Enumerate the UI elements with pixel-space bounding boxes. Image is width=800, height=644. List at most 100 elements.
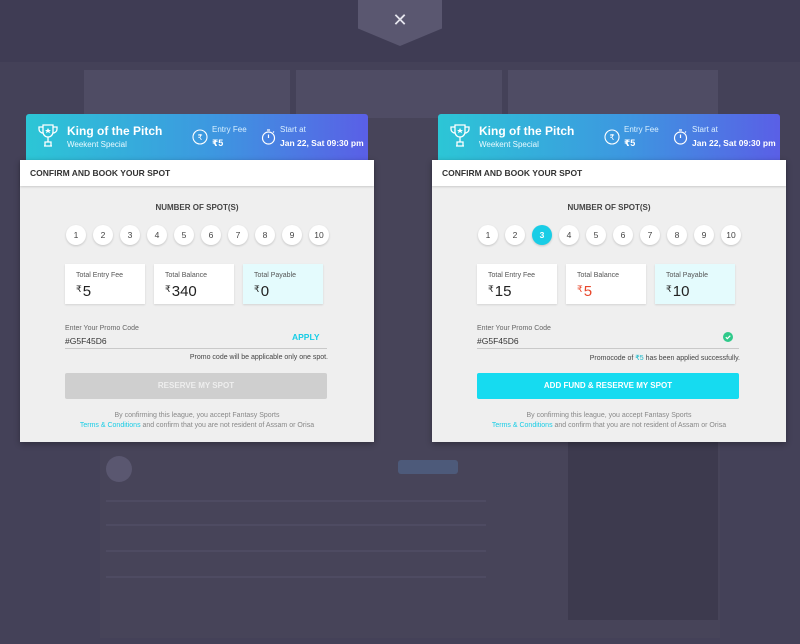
spot-option[interactable]: 8 (255, 225, 275, 245)
spot-selector: 1 2 3 4 5 6 7 8 9 10 (66, 225, 329, 245)
spot-option[interactable]: 3 (120, 225, 140, 245)
stat-value: ₹5 (577, 283, 592, 300)
section-title: CONFIRM AND BOOK YOUR SPOT (20, 160, 374, 186)
stat-label: Total Balance (577, 272, 620, 279)
spot-option-selected[interactable]: 3 (532, 225, 552, 245)
rupee-symbol: ₹ (165, 284, 171, 294)
stat-label: Total Entry Fee (76, 272, 124, 279)
spot-option[interactable]: 8 (667, 225, 687, 245)
svg-text:₹: ₹ (609, 133, 614, 142)
total-balance-box: Total Balance ₹340 (154, 264, 234, 304)
spots-label: NUMBER OF SPOT(S) (567, 203, 651, 212)
promo-code-input[interactable]: #G5F45D6 (477, 335, 739, 349)
spot-option[interactable]: 5 (586, 225, 606, 245)
spot-option[interactable]: 4 (559, 225, 579, 245)
spot-option[interactable]: 7 (228, 225, 248, 245)
contest-subtitle: Weekent Special (67, 140, 127, 149)
spot-option[interactable]: 2 (93, 225, 113, 245)
terms-footer: By confirming this league, you accept Fa… (20, 411, 374, 431)
footer-line: Terms & Conditions and confirm that you … (20, 421, 374, 431)
contest-title: King of the Pitch (67, 124, 163, 138)
footer-line: By confirming this league, you accept Fa… (114, 412, 280, 419)
start-label: Start at (692, 125, 718, 134)
spot-option[interactable]: 7 (640, 225, 660, 245)
promo-label: Enter Your Promo Code (477, 325, 551, 332)
total-balance-box: Total Balance ₹5 (566, 264, 646, 304)
spot-option[interactable]: 10 (721, 225, 741, 245)
rupee-coin-icon: ₹ (604, 129, 620, 145)
spot-option[interactable]: 5 (174, 225, 194, 245)
background-row (106, 500, 486, 502)
contest-title: King of the Pitch (479, 124, 575, 138)
terms-link[interactable]: Terms & Conditions (492, 422, 553, 429)
stat-label: Total Entry Fee (488, 272, 536, 279)
promo-label: Enter Your Promo Code (65, 325, 139, 332)
spot-option[interactable]: 1 (478, 225, 498, 245)
rupee-symbol: ₹ (488, 284, 494, 294)
svg-text:₹: ₹ (197, 133, 202, 142)
terms-footer: By confirming this league, you accept Fa… (432, 411, 786, 431)
footer-line-rest: and confirm that you are not resident of… (552, 422, 727, 429)
stopwatch-icon (261, 129, 276, 145)
close-icon[interactable]: ✕ (390, 10, 410, 30)
total-payable-box: Total Payable ₹0 (243, 264, 323, 304)
stat-value: ₹10 (666, 283, 689, 300)
start-label: Start at (280, 125, 306, 134)
reserve-spot-button[interactable]: RESERVE MY SPOT (65, 373, 327, 399)
rupee-symbol: ₹ (254, 284, 260, 294)
spot-option[interactable]: 4 (147, 225, 167, 245)
contest-subtitle: Weekent Special (479, 140, 539, 149)
spots-label: NUMBER OF SPOT(S) (155, 203, 239, 212)
trophy-icon (38, 124, 58, 147)
contest-header: King of the Pitch Weekent Special ₹ Entr… (26, 114, 368, 160)
section-title: CONFIRM AND BOOK YOUR SPOT (432, 160, 786, 186)
background-banner (508, 70, 718, 118)
rupee-symbol: ₹ (577, 284, 583, 294)
background-row (106, 576, 486, 578)
stat-label: Total Payable (666, 272, 709, 279)
promo-note: Promo code will be applicable only one s… (189, 354, 328, 361)
stat-label: Total Payable (254, 272, 297, 279)
stopwatch-icon (673, 129, 688, 145)
check-circle-icon (723, 332, 733, 342)
spot-option[interactable]: 9 (282, 225, 302, 245)
stat-value: ₹340 (165, 283, 197, 300)
background-photo (568, 440, 718, 620)
contest-header: King of the Pitch Weekent Special ₹ Entr… (438, 114, 780, 160)
entry-fee-label: Entry Fee (624, 125, 659, 134)
footer-line-rest: and confirm that you are not resident of… (140, 422, 315, 429)
spot-option[interactable]: 10 (309, 225, 329, 245)
background-banner (296, 70, 502, 118)
trophy-icon (450, 124, 470, 147)
spot-option[interactable]: 9 (694, 225, 714, 245)
add-fund-reserve-button[interactable]: ADD FUND & RESERVE MY SPOT (477, 373, 739, 399)
total-entry-fee-value: 5 (82, 283, 92, 300)
modal-body: CONFIRM AND BOOK YOUR SPOT NUMBER OF SPO… (432, 160, 786, 442)
total-balance-value: 340 (171, 283, 197, 300)
footer-line: By confirming this league, you accept Fa… (526, 412, 692, 419)
stat-label: Total Balance (165, 272, 208, 279)
start-value: Jan 22, Sat 09:30 pm (280, 138, 364, 148)
total-balance-value: 5 (583, 283, 593, 300)
footer-line: Terms & Conditions and confirm that you … (432, 421, 786, 431)
rupee-symbol: ₹ (76, 284, 82, 294)
promo-code-input[interactable]: #G5F45D6 (65, 335, 327, 349)
entry-fee-value: ₹5 (212, 138, 224, 148)
spot-selector: 1 2 3 4 5 6 7 8 9 10 (478, 225, 741, 245)
spot-option[interactable]: 6 (201, 225, 221, 245)
spot-option[interactable]: 6 (613, 225, 633, 245)
stat-boxes: Total Entry Fee ₹15 Total Balance ₹5 Tot… (477, 264, 735, 304)
total-payable-value: 10 (672, 283, 690, 300)
terms-link[interactable]: Terms & Conditions (80, 422, 141, 429)
background-pill (398, 460, 458, 474)
promo-note-amount: ₹5 (635, 355, 644, 362)
start-value: Jan 22, Sat 09:30 pm (692, 138, 776, 148)
stat-boxes: Total Entry Fee ₹5 Total Balance ₹340 To… (65, 264, 323, 304)
spot-option[interactable]: 1 (66, 225, 86, 245)
stat-value: ₹0 (254, 283, 269, 300)
apply-promo-button[interactable]: APPLY (292, 332, 320, 342)
spot-option[interactable]: 2 (505, 225, 525, 245)
background-avatar (106, 456, 132, 482)
entry-fee-value: ₹5 (624, 138, 636, 148)
booking-modal-left: King of the Pitch Weekent Special ₹ Entr… (20, 114, 374, 442)
